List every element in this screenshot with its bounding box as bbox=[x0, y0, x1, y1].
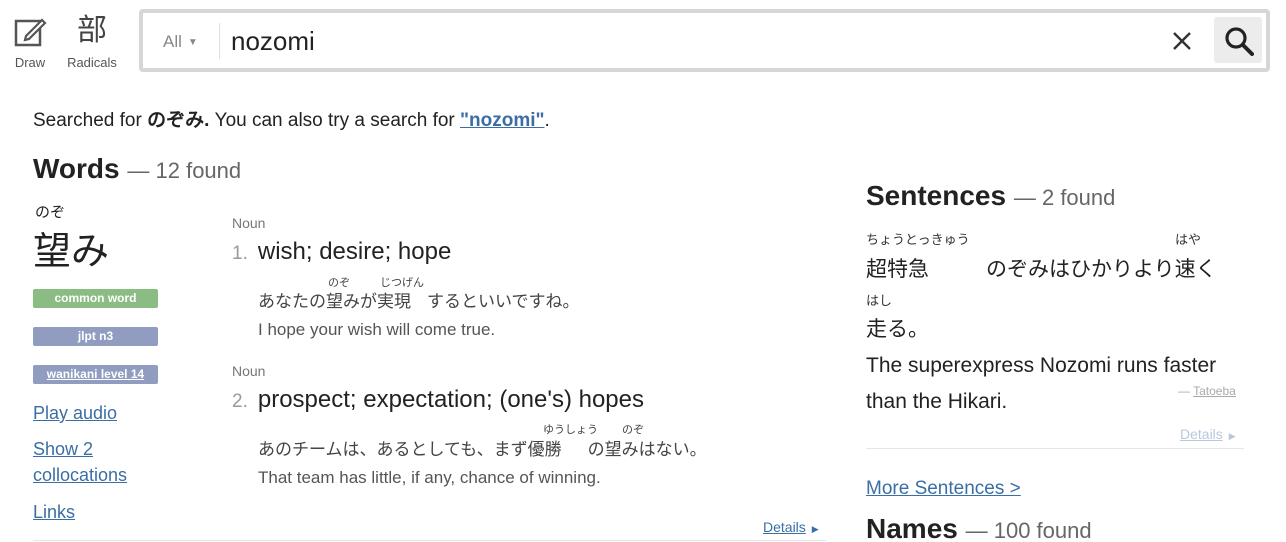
word-kanji: 望み bbox=[33, 231, 110, 273]
sentence-part: のぞみはひかりより bbox=[986, 258, 1175, 281]
example-part: が bbox=[360, 292, 377, 311]
sentences-count: — 2 found bbox=[1013, 185, 1116, 210]
clear-icon[interactable] bbox=[1166, 25, 1198, 57]
more-sentences-link[interactable]: More Sentences > bbox=[866, 478, 1021, 500]
meaning-2: 2. prospect; expectation; (one's) hopes bbox=[232, 386, 644, 414]
example-part: するといいですね。 bbox=[427, 292, 580, 311]
word-furigana: のぞ bbox=[35, 204, 66, 221]
source-dash: — bbox=[1178, 384, 1194, 398]
sentence-ruby-3: はし bbox=[866, 293, 893, 308]
example-part: 優勝 bbox=[527, 440, 562, 459]
play-audio-link[interactable]: Play audio bbox=[33, 400, 117, 426]
caret-down-icon: ▼ bbox=[187, 37, 198, 48]
caret-right-icon: ▶ bbox=[811, 524, 819, 534]
names-heading: Names — 100 found bbox=[866, 513, 1092, 542]
meaning-2-pos: Noun bbox=[232, 363, 266, 379]
wanikani-badge[interactable]: wanikani level 14 bbox=[33, 365, 158, 384]
meaning-1: 1. wish; desire; hope bbox=[232, 238, 451, 266]
caret-right-icon: ▶ bbox=[1228, 431, 1236, 441]
search-input[interactable] bbox=[231, 23, 1131, 59]
sentence-part: 走 bbox=[866, 318, 887, 341]
example-part: はない。 bbox=[638, 440, 707, 459]
sentence-details-link[interactable]: Details ▶ bbox=[1180, 426, 1236, 442]
searched-prefix: Searched for bbox=[33, 110, 148, 131]
common-word-badge: common word bbox=[33, 289, 158, 308]
alt-search-link[interactable]: "nozomi" bbox=[460, 110, 545, 131]
sentence-ruby-2: はや bbox=[1175, 232, 1202, 247]
search-icon bbox=[1225, 27, 1254, 56]
sentence-jp-line-2: 走る。 bbox=[866, 313, 929, 343]
sentences-heading-title: Sentences bbox=[866, 180, 1007, 211]
search-scope-select[interactable]: All ▼ bbox=[163, 32, 198, 52]
search-divider bbox=[219, 23, 220, 59]
meaning-2-example-en: That team has little, if any, chance of … bbox=[258, 468, 601, 487]
sentence-jp-line-1: 超特急 のぞみはひかりより速く bbox=[866, 253, 1217, 283]
words-heading-title: Words bbox=[33, 153, 120, 184]
meaning-2-number: 2. bbox=[232, 391, 248, 412]
sentence-part: く bbox=[1195, 258, 1217, 281]
links-link[interactable]: Links bbox=[33, 499, 75, 525]
meaning-2-example-jp: あのチームは、あるとしても、まず優勝 の望みはない。 bbox=[258, 435, 707, 460]
radicals-button[interactable]: 部 Radicals bbox=[62, 12, 122, 70]
names-heading-title: Names bbox=[866, 513, 958, 542]
sentences-heading: Sentences — 2 found bbox=[866, 180, 1115, 212]
word-details-label: Details bbox=[763, 519, 806, 535]
search-scope-value: All bbox=[163, 32, 182, 51]
example-part: あなたの bbox=[258, 292, 326, 311]
searched-for-text: Searched for のぞみ. You can also try a sea… bbox=[33, 105, 550, 132]
sentence-part: 速 bbox=[1174, 258, 1196, 281]
meaning-1-example-en: I hope your wish will come true. bbox=[258, 320, 496, 339]
searched-term: のぞみ. bbox=[147, 110, 210, 131]
pencil-square-icon bbox=[0, 12, 60, 50]
meaning-1-example-jp: あなたの望みが実現 するといいですね。 bbox=[258, 287, 580, 312]
sentences-divider bbox=[866, 448, 1244, 449]
searched-middle: You can also try a search for bbox=[209, 110, 461, 131]
names-count: — 100 found bbox=[965, 518, 1092, 542]
sentence-details-label: Details bbox=[1180, 426, 1223, 442]
search-button[interactable] bbox=[1214, 17, 1262, 63]
searched-suffix: . bbox=[544, 110, 550, 131]
words-heading: Words — 12 found bbox=[33, 153, 241, 185]
words-count: — 12 found bbox=[127, 158, 242, 183]
sentence-part: 超特急 bbox=[866, 258, 929, 281]
meaning-1-number: 1. bbox=[232, 243, 248, 264]
search-bar: All ▼ bbox=[139, 9, 1270, 72]
example-part: 望み bbox=[604, 440, 639, 459]
draw-button[interactable]: Draw bbox=[0, 12, 60, 70]
words-divider bbox=[33, 540, 826, 541]
tatoeba-link[interactable]: Tatoeba bbox=[1193, 384, 1236, 398]
radicals-label: Radicals bbox=[67, 55, 117, 70]
meaning-2-text: prospect; expectation; (one's) hopes bbox=[257, 386, 645, 413]
radical-glyph-icon: 部 bbox=[77, 14, 107, 47]
example-part: の bbox=[587, 440, 605, 459]
word-details-link[interactable]: Details ▶ bbox=[763, 519, 819, 535]
meaning-1-text: wish; desire; hope bbox=[257, 238, 452, 265]
show-collocations-link[interactable]: Show 2 collocations bbox=[33, 436, 143, 488]
draw-label: Draw bbox=[14, 55, 46, 70]
example-part: 実現 bbox=[377, 292, 411, 311]
jlpt-badge: jlpt n3 bbox=[33, 327, 158, 346]
meaning-1-pos: Noun bbox=[232, 215, 266, 231]
example-part: 望み bbox=[326, 292, 360, 311]
sentence-source: — Tatoeba bbox=[1178, 384, 1236, 398]
sentence-ruby-1: ちょうとっきゅう bbox=[866, 232, 970, 247]
sentence-part: る。 bbox=[887, 318, 929, 341]
example-part: あのチームは、あるとしても、まず bbox=[258, 440, 528, 459]
